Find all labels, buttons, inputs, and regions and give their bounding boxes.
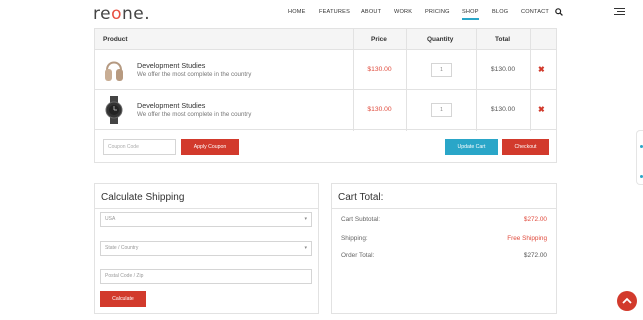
product-price: $130.00 xyxy=(367,106,392,113)
shipping-title: Calculate Shipping xyxy=(101,192,185,203)
headphones-image xyxy=(105,61,123,81)
chevron-down-icon: ▾ xyxy=(304,216,307,222)
cart-total-panel: Cart Total: Cart Subtotal: $272.00 Shipp… xyxy=(331,183,557,314)
product-description: We offer the most complete in the countr… xyxy=(137,71,252,78)
column-product: Product xyxy=(103,36,128,43)
search-icon[interactable] xyxy=(555,8,563,16)
table-row: Development Studies We offer the most co… xyxy=(95,50,556,90)
subtotal-value: $272.00 xyxy=(523,216,547,223)
row-total: $130.00 xyxy=(490,66,516,73)
nav-contact[interactable]: CONTACT xyxy=(521,9,549,15)
close-icon[interactable]: ✖ xyxy=(538,65,545,74)
order-total-label: Order Total: xyxy=(341,252,375,259)
cart-table: Product Price Quantity Total Development… xyxy=(94,28,557,163)
chevron-up-icon xyxy=(622,297,632,304)
order-total-value: $272.00 xyxy=(523,252,547,259)
nav-shop[interactable]: SHOP xyxy=(462,9,479,20)
calculate-shipping-panel: Calculate Shipping USA ▾ State / Country… xyxy=(94,183,319,314)
watch-image xyxy=(105,96,123,124)
nav-blog[interactable]: BLOG xyxy=(492,9,508,15)
coupon-input[interactable]: Coupon Code xyxy=(103,139,176,155)
divider xyxy=(332,208,556,209)
column-total: Total xyxy=(495,36,511,43)
hamburger-menu-icon[interactable] xyxy=(614,8,625,16)
cart-table-header: Product Price Quantity Total xyxy=(95,29,556,50)
state-select[interactable]: State / Country ▾ xyxy=(100,241,312,256)
cart-total-title: Cart Total: xyxy=(338,192,384,203)
checkout-button[interactable]: Checkout xyxy=(502,139,549,155)
nav-about[interactable]: ABOUT xyxy=(361,9,381,15)
shipping-label: Shipping: xyxy=(341,235,368,242)
product-price: $130.00 xyxy=(367,66,392,73)
quantity-input[interactable]: 1 xyxy=(431,63,452,77)
update-cart-button[interactable]: Update Cart xyxy=(445,139,498,155)
quantity-input[interactable]: 1 xyxy=(431,103,452,117)
nav-home[interactable]: HOME xyxy=(288,9,306,15)
logo[interactable]: reone. xyxy=(93,4,150,24)
scroll-to-top-button[interactable] xyxy=(617,291,637,311)
nav-features[interactable]: FEATURES xyxy=(319,9,350,15)
product-name[interactable]: Development Studies xyxy=(137,101,205,110)
apply-coupon-button[interactable]: Apply Coupon xyxy=(181,139,239,155)
row-total: $130.00 xyxy=(490,106,516,113)
close-icon[interactable]: ✖ xyxy=(538,105,545,114)
product-name[interactable]: Development Studies xyxy=(137,61,205,70)
side-panel-tab[interactable] xyxy=(636,130,643,185)
column-quantity: Quantity xyxy=(427,36,454,43)
postal-code-input[interactable]: Postal Code / Zip xyxy=(100,269,312,284)
product-description: We offer the most complete in the countr… xyxy=(137,111,252,118)
nav-pricing[interactable]: PRICING xyxy=(425,9,450,15)
subtotal-label: Cart Subtotal: xyxy=(341,216,381,223)
divider xyxy=(95,208,318,209)
country-select[interactable]: USA ▾ xyxy=(100,212,312,227)
shipping-value: Free Shipping xyxy=(507,235,547,242)
table-row: Development Studies We offer the most co… xyxy=(95,90,556,130)
column-price: Price xyxy=(371,36,387,43)
calculate-button[interactable]: Calculate xyxy=(100,291,146,307)
chevron-down-icon: ▾ xyxy=(304,245,307,251)
nav-work[interactable]: WORK xyxy=(394,9,412,15)
site-header: reone. HOME FEATURES ABOUT WORK PRICING … xyxy=(0,0,643,26)
